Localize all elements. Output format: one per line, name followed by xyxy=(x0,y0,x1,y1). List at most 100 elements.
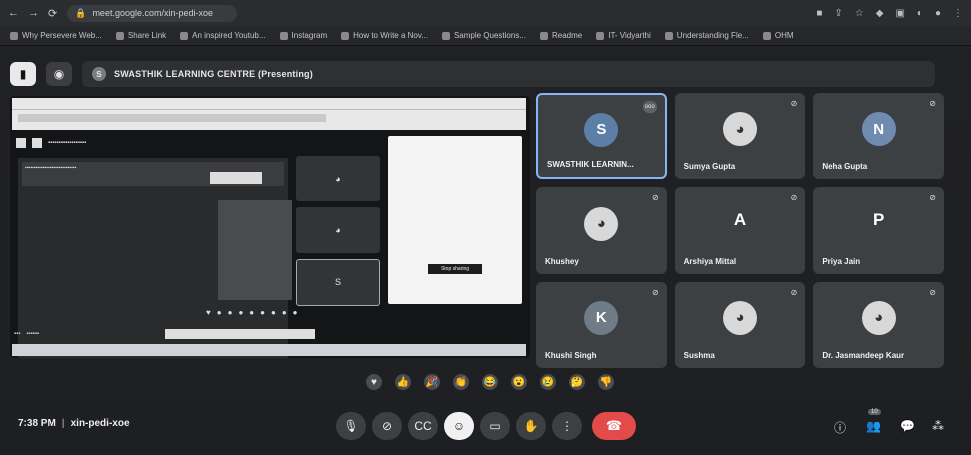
reaction-bar: ♥ 👍 🎉 👏 😂 😮 😢 🤔 👎 xyxy=(366,374,614,390)
bookmark-item[interactable]: Share Link xyxy=(115,31,167,40)
share-icon[interactable]: ⇪ xyxy=(834,8,842,19)
more-options-icon[interactable]: ⋮ xyxy=(552,412,582,440)
presenter-avatar: S xyxy=(92,67,106,81)
browser-tools: ■ ⇪ ☆ ◆ ▣ ◐ ● ⋮ xyxy=(816,8,963,19)
shared-dialog: Stop sharing xyxy=(388,136,522,304)
extension-icon[interactable]: ◆ xyxy=(876,8,884,19)
profile-photo-icon: ◕ xyxy=(584,206,619,241)
bookmark-label: Readme xyxy=(552,31,583,40)
camera-off-icon[interactable]: ⊘ xyxy=(372,412,402,440)
bookmark-label: Why Persevere Web... xyxy=(22,31,102,40)
bookmark-item[interactable]: Instagram xyxy=(279,31,328,40)
pin-icon[interactable]: ◉ xyxy=(46,62,72,86)
avatar-initial: A xyxy=(733,210,747,230)
menu-icon[interactable]: ⋮ xyxy=(953,8,963,19)
lock-icon: 🔒 xyxy=(75,7,87,18)
bookmark-item[interactable]: Why Persevere Web... xyxy=(10,31,102,40)
mic-muted-icon: ⊘ xyxy=(651,287,659,297)
thinking-icon[interactable]: 🤔 xyxy=(569,374,585,390)
participant-tile[interactable]: ◕ ⊘ Dr. Jasmandeep Kaur xyxy=(813,281,944,368)
bookmark-icon xyxy=(279,31,288,40)
bookmark-label: OHM xyxy=(774,31,794,40)
bookmark-label: An inspired Youtub... xyxy=(192,31,266,40)
activities-icon[interactable]: ⁂ xyxy=(932,419,944,433)
bookmark-item[interactable]: OHM xyxy=(762,31,794,40)
end-call-button[interactable]: ☎ xyxy=(592,412,636,440)
bookmark-item[interactable]: How to Write a Nov... xyxy=(341,31,428,40)
meta-divider: | xyxy=(61,418,65,429)
chat-icon[interactable]: 💬 xyxy=(900,419,915,433)
browser-nav: ← → ⟳ xyxy=(8,7,57,20)
shared-tile: ◕ xyxy=(296,156,380,202)
layout-icon[interactable]: ▮ xyxy=(10,62,36,86)
camera-icon[interactable]: ■ xyxy=(816,8,822,19)
star-icon[interactable]: ☆ xyxy=(855,8,864,19)
address-bar[interactable]: 🔒 meet.google.com/xin-pedi-xoe xyxy=(67,4,238,22)
bookmarks-bar: Why Persevere Web... Share Link An inspire… xyxy=(0,26,971,46)
presenter-title: SWASTHIK LEARNING CENTRE (Presenting) xyxy=(114,69,313,79)
party-icon[interactable]: 🎉 xyxy=(424,374,440,390)
bookmark-item[interactable]: IT- Vidyarthi xyxy=(596,31,651,40)
captions-icon[interactable]: CC xyxy=(408,412,438,440)
thumbs-down-icon[interactable]: 👎 xyxy=(598,374,614,390)
surprised-icon[interactable]: 😮 xyxy=(511,374,527,390)
info-icon[interactable]: ⓘ xyxy=(834,419,846,436)
bookmark-item[interactable]: Understanding Fle... xyxy=(664,31,749,40)
meeting-code: xin-pedi-xoe xyxy=(70,418,130,429)
shared-browser-chrome xyxy=(12,98,526,130)
participant-tile[interactable]: A ⊘ Arshiya Mittal xyxy=(674,187,806,274)
bookmark-item[interactable]: An inspired Youtub... xyxy=(180,31,266,40)
extension-icon[interactable]: ◐ xyxy=(917,8,923,19)
participant-tile[interactable]: ◕ ⊘ Sumya Gupta xyxy=(674,93,806,180)
participant-tile[interactable]: P ⊘ Priya Jain xyxy=(813,187,944,274)
bookmark-icon xyxy=(341,31,350,40)
mic-off-icon[interactable]: 🎙 xyxy=(336,412,366,440)
avatar: K xyxy=(584,300,619,335)
people-count: 10 xyxy=(868,409,881,415)
forward-icon[interactable]: → xyxy=(28,7,39,20)
extension-icon[interactable]: ▣ xyxy=(895,8,904,19)
bookmark-item[interactable]: Sample Questions... xyxy=(441,31,526,40)
mic-muted-icon: ⊘ xyxy=(651,193,659,203)
meeting-controls: 7:38 PM | xin-pedi-xoe 🎙 ⊘ CC ☺ ▭ ✋ ⋮ ☎ … xyxy=(0,404,971,448)
bookmark-icon xyxy=(441,31,450,40)
avatar: N xyxy=(861,112,896,147)
raise-hand-icon[interactable]: ✋ xyxy=(516,412,546,440)
shared-meeting-bar: ▪▪▪▪▪▪▪▪▪▪▪▪▪▪▪▪▪▪ xyxy=(16,136,396,150)
participant-tile[interactable]: Sooo SWASTHIK LEARNIN... xyxy=(536,93,667,180)
thumbs-up-icon[interactable]: 👍 xyxy=(395,374,411,390)
reload-icon[interactable]: ⟳ xyxy=(48,7,57,20)
bookmark-label: How to Write a Nov... xyxy=(353,31,428,40)
present-icon[interactable]: ▭ xyxy=(480,412,510,440)
mic-muted-icon: ⊘ xyxy=(790,99,798,108)
participant-tile[interactable]: N ⊘ Neha Gupta xyxy=(813,93,944,180)
participant-grid: Sooo SWASTHIK LEARNIN... ◕ ⊘ Sumya Gupta N ⊘ Ne… xyxy=(536,93,944,368)
bookmark-label: IT- Vidyarthi xyxy=(608,31,651,40)
screen-share[interactable]: ▪▪▪▪▪▪▪▪▪▪▪▪▪▪▪▪▪▪ ▪▪▪▪▪▪▪▪▪▪▪▪▪▪▪▪▪▪▪▪▪… xyxy=(10,96,530,358)
shared-tile: S xyxy=(296,258,380,306)
participant-name: Arshiya Mittal xyxy=(683,256,737,266)
participant-tile[interactable]: ◕ ⊘ Sushma xyxy=(674,281,806,368)
clap-icon[interactable]: 👏 xyxy=(453,374,469,390)
bookmark-label: Instagram xyxy=(291,31,328,40)
mic-muted-icon: ⊘ xyxy=(790,287,798,297)
profile-icon[interactable]: ● xyxy=(935,8,941,19)
laugh-icon[interactable]: 😂 xyxy=(482,374,498,390)
reaction-icon[interactable]: ☺ xyxy=(444,412,474,440)
presenter-bar: S SWASTHIK LEARNING CENTRE (Presenting) xyxy=(82,61,935,87)
participant-name: Sumya Gupta xyxy=(683,162,736,172)
sad-icon[interactable]: 😢 xyxy=(540,374,556,390)
meeting-time: 7:38 PM xyxy=(18,418,56,429)
bookmark-icon xyxy=(180,31,189,40)
shared-participant-tiles: ◕ ◕ S xyxy=(296,156,380,306)
heart-icon[interactable]: ♥ xyxy=(366,374,382,390)
back-icon[interactable]: ← xyxy=(8,7,19,20)
bookmark-item[interactable]: Readme xyxy=(540,31,582,40)
participant-tile[interactable]: ◕ ⊘ Khushey xyxy=(536,187,667,274)
people-icon[interactable]: 10 👥 xyxy=(866,409,881,433)
profile-photo-icon: ◕ xyxy=(861,300,896,335)
participant-tile[interactable]: K ⊘ Khushi Singh xyxy=(536,281,667,368)
avatar: S xyxy=(584,112,619,147)
bookmark-label: Share Link xyxy=(127,31,167,40)
shared-bottom-bar: ▪▪▪ ▪▪▪▪▪▪ xyxy=(14,328,524,340)
